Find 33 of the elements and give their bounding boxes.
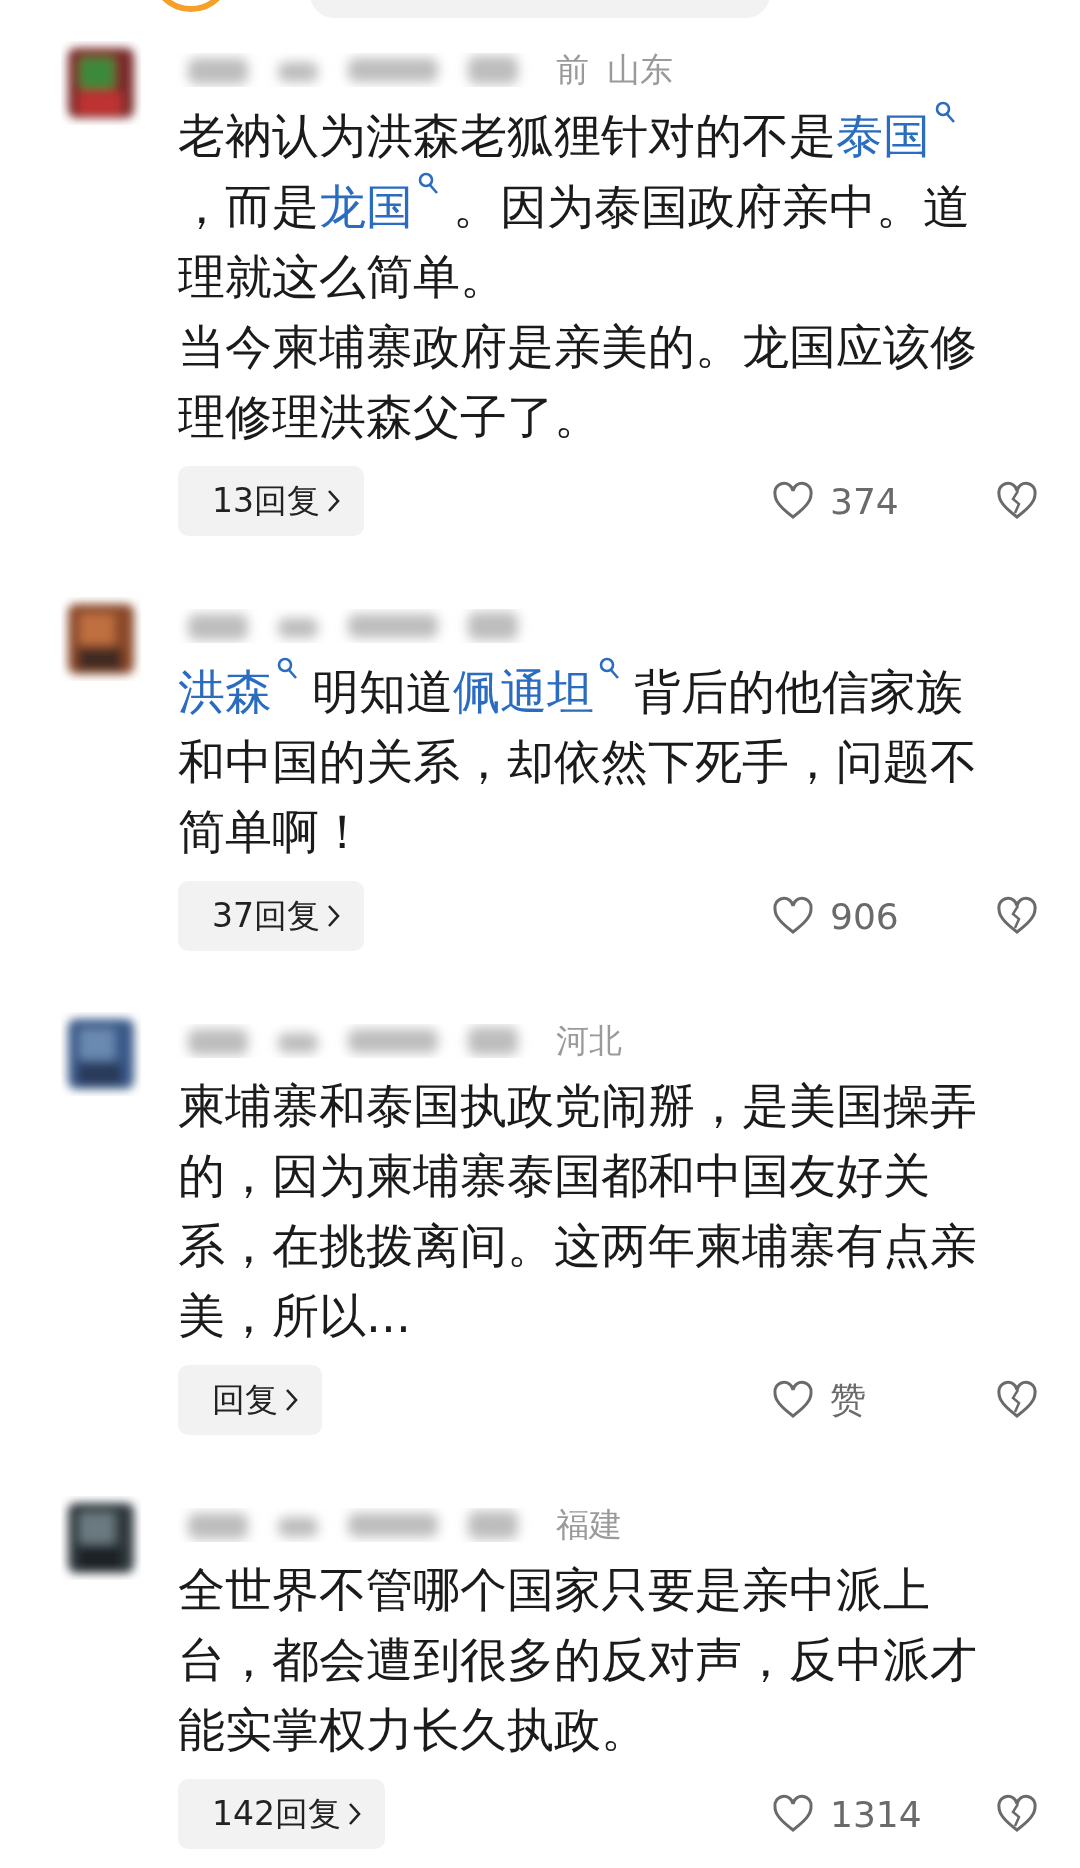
comment-text: 洪森 明知道佩通坦 背后的他信家族和中国的关系，却依然下死手，问题不简单啊！ [178,656,983,867]
comment-meta: 河北 [556,1019,622,1062]
chevron-icon [347,1801,363,1827]
like-count: 1314 [830,1793,922,1835]
like-count: 906 [830,895,899,937]
comment-text: 当今柬埔寨政府是亲美的。龙国应该修理修理洪森父子了。 [178,318,978,446]
heart-icon[interactable] [772,481,814,521]
replies-button[interactable]: 13回复 [178,466,364,536]
broken-heart-icon[interactable] [996,1794,1038,1834]
topic-link[interactable]: 龙国 [319,179,413,234]
chevron-icon [326,488,342,514]
replies-button[interactable]: 37回复 [178,881,364,951]
topic-link[interactable]: 佩通坦 [453,664,594,719]
chevron-icon [326,903,342,929]
replies-button[interactable]: 回复 [178,1365,322,1435]
like-count: 赞 [830,1377,866,1422]
broken-heart-icon[interactable] [996,1380,1038,1420]
comment-meta: 前 [556,48,589,91]
topic-link[interactable]: 洪森 [178,664,272,719]
heart-icon[interactable] [772,896,814,936]
comment-text: 柬埔寨和泰国执政党闹掰，是美国操弄的，因为柬埔寨泰国都和中国友好关系，在挑拨离间。这两年柬埔寨有点亲美，所以... [178,1077,978,1345]
like-count: 374 [830,480,899,522]
chevron-icon [284,1387,300,1413]
replies-button[interactable]: 142回复 [178,1779,385,1849]
comment-text: 全世界不管哪个国家只要是亲中派上台，都会遭到很多的反对声，反中派才能实掌权力长久执政。 [178,1561,978,1759]
comment-meta: 福建 [556,1503,622,1546]
broken-heart-icon[interactable] [996,481,1038,521]
comment-meta: 山东 [607,48,673,91]
topic-link[interactable]: 泰国 [836,108,930,163]
heart-icon[interactable] [772,1380,814,1420]
comment-text: 老衲认为洪森老狐狸针对的不是泰国 ，而是龙国 。因为泰国政府亲中。道理就这么简单。 [178,100,983,312]
heart-icon[interactable] [772,1794,814,1834]
broken-heart-icon[interactable] [996,896,1038,936]
